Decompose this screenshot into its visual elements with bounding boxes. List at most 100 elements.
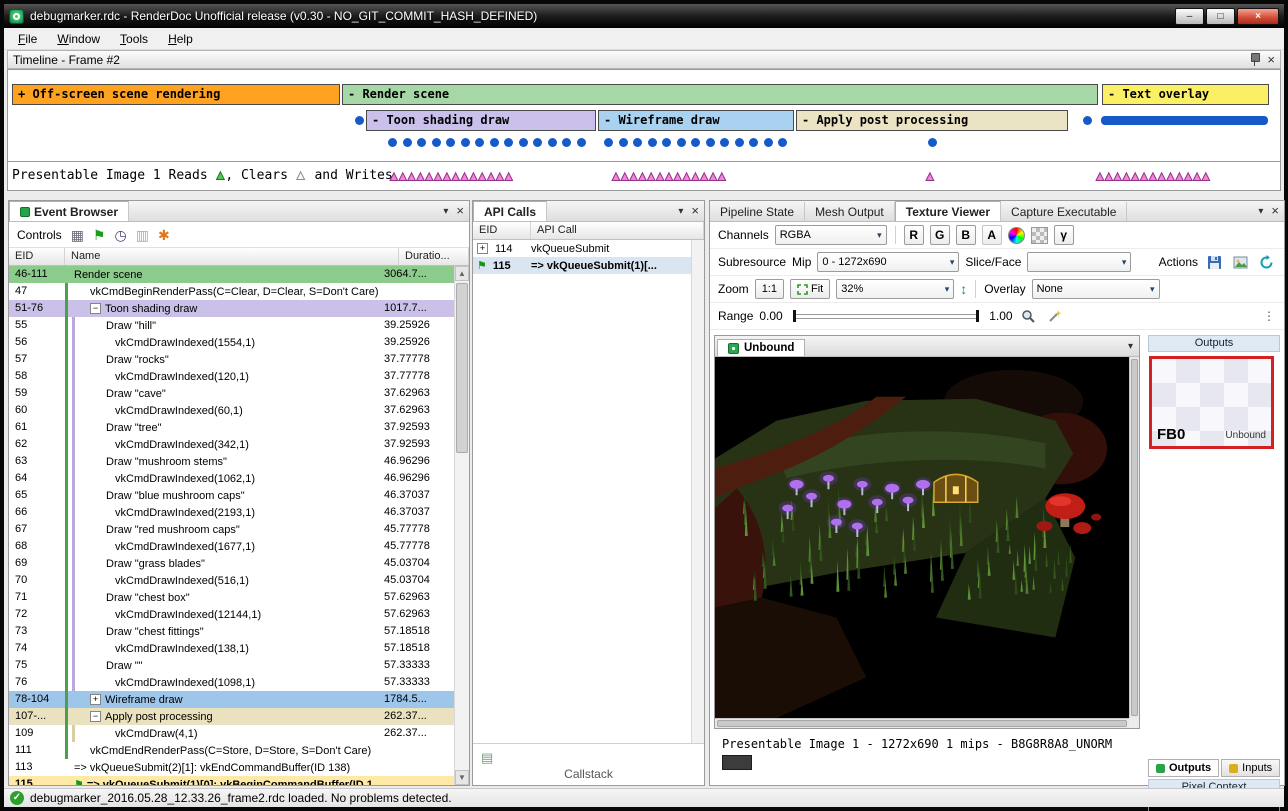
drawcall-dot[interactable] [461, 138, 470, 147]
title-bar[interactable]: debugmarker.rdc - RenderDoc Unofficial r… [4, 4, 1284, 28]
stats-icon[interactable]: ▥ [136, 228, 149, 242]
event-row[interactable]: 115⚑=> vkQueueSubmit(1)[0]: vkBeginComma… [9, 776, 454, 785]
close-icon[interactable]: × [456, 205, 464, 217]
event-row[interactable]: 65Draw "blue mushroom caps"46.37037 [9, 487, 454, 504]
save-icon[interactable] [1204, 252, 1224, 272]
timeline-marker-bar[interactable]: - Apply post processing [796, 110, 1068, 131]
column-header-apicall[interactable]: API Call [531, 222, 704, 239]
expander-icon[interactable]: − [90, 711, 101, 722]
drawcall-dot[interactable] [662, 138, 671, 147]
event-row[interactable]: 111vkCmdEndRenderPass(C=Store, D=Store, … [9, 742, 454, 759]
drawcall-dot[interactable] [577, 138, 586, 147]
api-call-row[interactable]: +114vkQueueSubmit [473, 240, 691, 257]
chevron-down-icon[interactable]: ▾ [678, 206, 683, 217]
expander-icon[interactable]: + [477, 243, 488, 254]
chevron-down-icon[interactable]: ▾ [1258, 206, 1263, 217]
checkerboard-icon[interactable] [1031, 227, 1048, 244]
time-events-icon[interactable]: ◷ [114, 228, 126, 242]
drawcall-dot[interactable] [504, 138, 513, 147]
column-header-eid[interactable]: EID [9, 248, 65, 265]
zoom-percent-select[interactable]: 32%▾ [836, 279, 954, 299]
timeline-browse-icon[interactable]: ▦ [71, 228, 84, 242]
drawcall-span[interactable] [1101, 116, 1268, 125]
event-row[interactable]: 70vkCmdDrawIndexed(516,1)45.03704 [9, 572, 454, 589]
output-fb0-thumbnail[interactable]: FB0 Unbound [1149, 356, 1274, 449]
timeline-marker-bar[interactable]: - Render scene [342, 84, 1098, 105]
drawcall-dot[interactable] [778, 138, 787, 147]
green-channel-button[interactable]: G [930, 225, 950, 245]
drawcall-dot[interactable] [519, 138, 528, 147]
drawcall-dot[interactable] [1083, 116, 1092, 125]
tab-capture-executable[interactable]: Capture Executable [1001, 202, 1127, 221]
write-triangles[interactable]: ▲ [926, 163, 935, 191]
event-row[interactable]: 78-104+Wireframe draw1784.5... [9, 691, 454, 708]
texture-vertical-scrollbar[interactable] [1129, 357, 1139, 718]
timeline-panel-header[interactable]: Timeline - Frame #2 × [7, 50, 1281, 69]
drawcall-dot[interactable] [533, 138, 542, 147]
chevron-down-icon[interactable]: ▾ [1128, 341, 1139, 352]
event-row[interactable]: 75Draw ""57.33333 [9, 657, 454, 674]
write-triangles[interactable]: ▲▲▲▲▲▲▲▲▲▲▲▲▲▲ [390, 163, 514, 191]
api-call-row[interactable]: ⚑115=> vkQueueSubmit(1)[... [473, 257, 691, 274]
tab-event-browser[interactable]: Event Browser [9, 201, 129, 221]
drawcall-dot[interactable] [562, 138, 571, 147]
drawcall-dot[interactable] [749, 138, 758, 147]
tab-pipeline-state[interactable]: Pipeline State [710, 202, 805, 221]
overlay-select[interactable]: None▾ [1032, 279, 1160, 299]
drawcall-dot[interactable] [677, 138, 686, 147]
event-row[interactable]: 47vkCmdBeginRenderPass(C=Clear, D=Clear,… [9, 283, 454, 300]
scrollbar-thumb[interactable] [456, 283, 468, 453]
event-row[interactable]: 56vkCmdDrawIndexed(1554,1)39.25926 [9, 334, 454, 351]
drawcall-dot[interactable] [417, 138, 426, 147]
drawcall-dot[interactable] [475, 138, 484, 147]
event-row[interactable]: 68vkCmdDrawIndexed(1677,1)45.77778 [9, 538, 454, 555]
write-triangles[interactable]: ▲▲▲▲▲▲▲▲▲▲▲▲▲ [1096, 163, 1211, 191]
close-icon[interactable]: × [691, 205, 699, 217]
event-row[interactable]: 57Draw "rocks"37.77778 [9, 351, 454, 368]
drawcall-dot[interactable] [403, 138, 412, 147]
event-row[interactable]: 59Draw "cave"37.62963 [9, 385, 454, 402]
slice-face-select[interactable]: ▾ [1027, 252, 1131, 272]
event-row[interactable]: 63Draw "mushroom stems"46.96296 [9, 453, 454, 470]
event-browser-scrollbar[interactable]: ▲ ▼ [454, 266, 469, 785]
event-row[interactable]: 72vkCmdDrawIndexed(12144,1)57.62963 [9, 606, 454, 623]
drawcall-dot[interactable] [490, 138, 499, 147]
event-row[interactable]: 74vkCmdDrawIndexed(138,1)57.18518 [9, 640, 454, 657]
drawcall-dot[interactable] [388, 138, 397, 147]
event-row[interactable]: 109vkCmdDraw(4,1)262.37... [9, 725, 454, 742]
bookmark-star-icon[interactable]: ✱ [158, 228, 170, 242]
drawcall-dot[interactable] [720, 138, 729, 147]
channels-select[interactable]: RGBA▾ [775, 225, 887, 245]
event-row[interactable]: 69Draw "grass blades"45.03704 [9, 555, 454, 572]
event-row[interactable]: 61Draw "tree"37.92593 [9, 419, 454, 436]
drawcall-dot[interactable] [619, 138, 628, 147]
timeline-close-icon[interactable]: × [1267, 54, 1275, 66]
tab-mesh-output[interactable]: Mesh Output [805, 202, 895, 221]
event-row[interactable]: 67Draw "red mushroom caps"45.77778 [9, 521, 454, 538]
column-header-duratio[interactable]: Duratio... [399, 248, 469, 265]
event-row[interactable]: 62vkCmdDrawIndexed(342,1)37.92593 [9, 436, 454, 453]
event-row[interactable]: 55Draw "hill"39.25926 [9, 317, 454, 334]
event-row[interactable]: 73Draw "chest fittings"57.18518 [9, 623, 454, 640]
event-row[interactable]: 60vkCmdDrawIndexed(60,1)37.62963 [9, 402, 454, 419]
timeline-marker-bar[interactable]: - Text overlay [1102, 84, 1269, 105]
drawcall-dot[interactable] [432, 138, 441, 147]
drawcall-dot[interactable] [928, 138, 937, 147]
drawcall-dot[interactable] [548, 138, 557, 147]
tab-api-calls[interactable]: API Calls [473, 201, 547, 221]
range-slider[interactable] [793, 309, 979, 323]
close-button[interactable]: × [1237, 8, 1279, 25]
menu-window[interactable]: Window [47, 29, 110, 49]
blue-channel-button[interactable]: B [956, 225, 976, 245]
alpha-channel-button[interactable]: A [982, 225, 1002, 245]
drawcall-dot[interactable] [735, 138, 744, 147]
write-triangles[interactable]: ▲▲▲▲▲▲▲▲▲▲▲▲▲ [612, 163, 727, 191]
drawcall-dot[interactable] [446, 138, 455, 147]
drawcall-dot[interactable] [648, 138, 657, 147]
refresh-icon[interactable] [1256, 252, 1276, 272]
red-channel-button[interactable]: R [904, 225, 924, 245]
drawcall-dot[interactable] [604, 138, 613, 147]
minimize-button[interactable]: – [1175, 8, 1204, 25]
tab-unbound-texture[interactable]: Unbound [717, 339, 805, 356]
tab-outputs[interactable]: Outputs [1148, 759, 1219, 777]
